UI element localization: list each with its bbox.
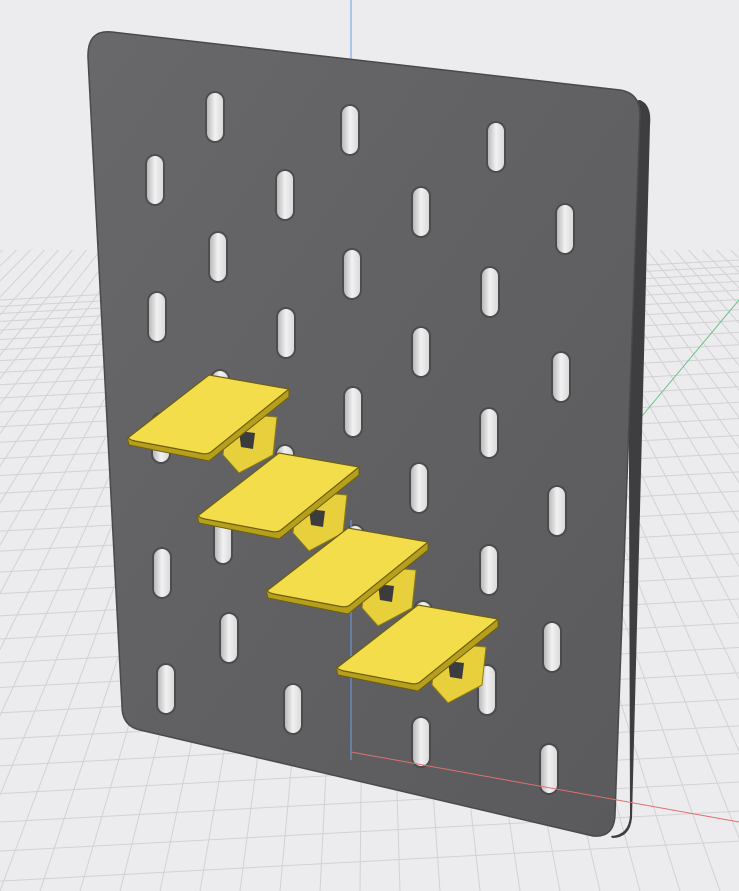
- peg-slot: [156, 663, 176, 715]
- peg-slot: [551, 351, 571, 403]
- peg-slot: [411, 716, 431, 768]
- peg-slot: [480, 266, 500, 318]
- peg-slot: [147, 291, 167, 343]
- peg-slot: [479, 544, 499, 596]
- peg-slot: [208, 231, 228, 283]
- peg-slot: [145, 154, 165, 206]
- peg-slot: [539, 743, 559, 795]
- peg-slot: [283, 683, 303, 735]
- peg-slot: [411, 186, 431, 238]
- peg-slot: [219, 612, 239, 664]
- peg-slot: [555, 203, 575, 255]
- peg-slot: [276, 307, 296, 359]
- peg-slot: [411, 326, 431, 378]
- 3d-viewport[interactable]: [0, 0, 739, 891]
- peg-slot: [409, 462, 429, 514]
- peg-slot: [152, 547, 172, 599]
- peg-slot: [547, 485, 567, 537]
- peg-slot: [542, 621, 562, 673]
- peg-slot: [342, 248, 362, 300]
- peg-slot: [275, 169, 295, 221]
- peg-slot: [205, 91, 225, 143]
- peg-slot: [340, 104, 360, 156]
- peg-slot: [343, 386, 363, 438]
- peg-slot: [486, 121, 506, 173]
- peg-slot: [479, 407, 499, 459]
